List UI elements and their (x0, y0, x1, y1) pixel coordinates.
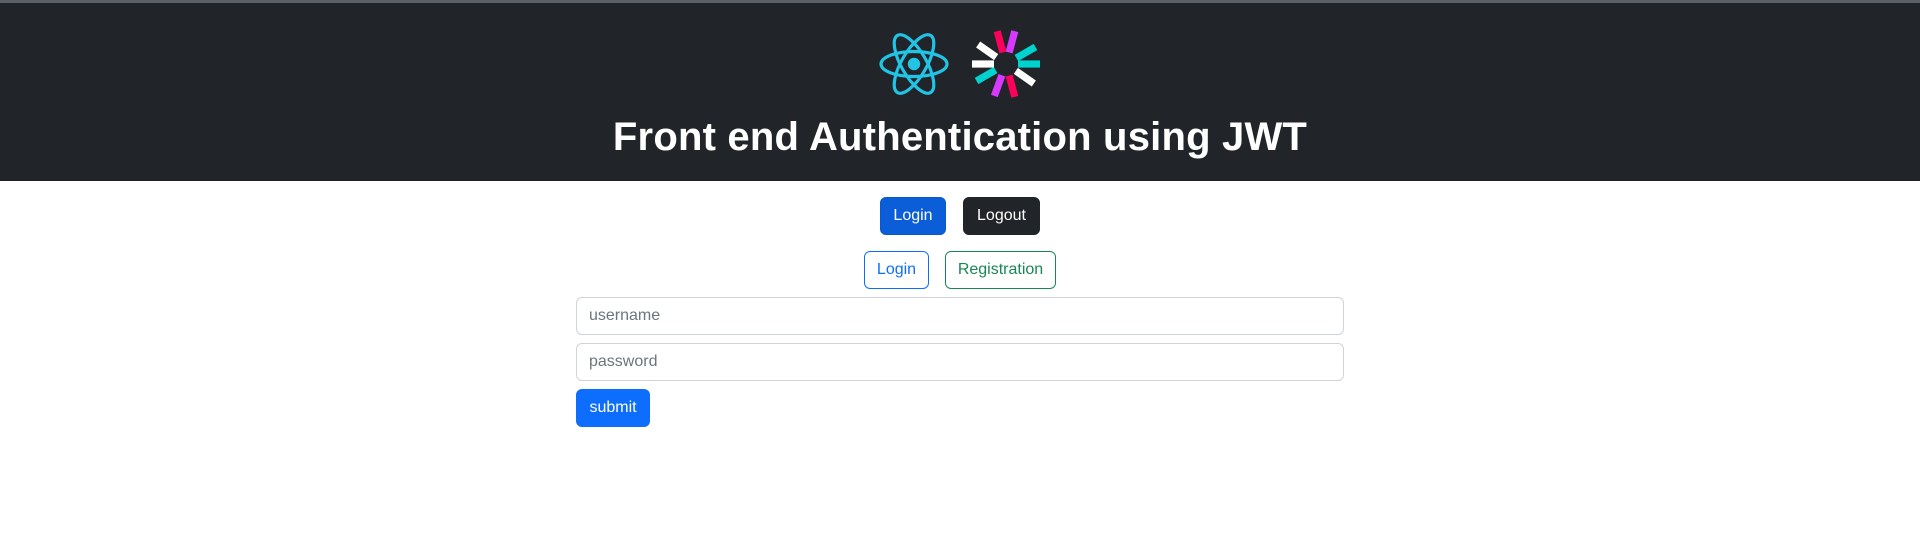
react-logo-icon (879, 33, 949, 95)
jwt-logo-icon (972, 30, 1040, 98)
login-form: submit (576, 297, 1344, 427)
logout-nav-button[interactable]: Logout (963, 197, 1040, 235)
logo-group (0, 28, 1920, 100)
app-header: Front end Authentication using JWT (0, 3, 1920, 181)
tab-login[interactable]: Login (864, 251, 929, 289)
username-field[interactable] (576, 297, 1344, 335)
password-field[interactable] (576, 343, 1344, 381)
page-title: Front end Authentication using JWT (612, 115, 1308, 159)
top-nav: Login Logout (0, 197, 1920, 235)
login-nav-button[interactable]: Login (880, 197, 946, 235)
submit-button[interactable]: submit (576, 389, 650, 427)
tab-registration[interactable]: Registration (945, 251, 1056, 289)
auth-tabs: Login Registration (0, 251, 1920, 289)
